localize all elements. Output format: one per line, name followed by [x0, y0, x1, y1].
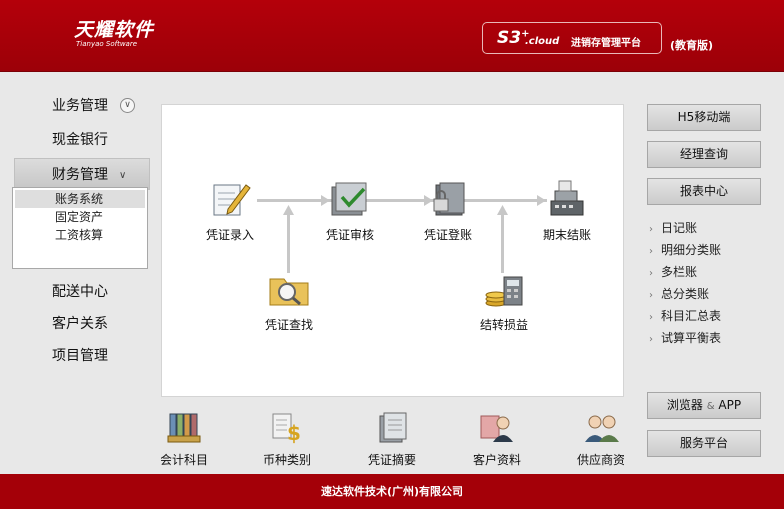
top-header: 天耀软件 Tianyao Software S3+ .cloud 进销存管理平台…: [0, 0, 784, 72]
voucher-audit-icon: [331, 182, 367, 216]
service-platform-button[interactable]: 服务平台: [647, 430, 761, 457]
node-voucher-audit[interactable]: 凭证审核: [310, 179, 390, 243]
report-general-ledger[interactable]: › 总分类账: [649, 283, 721, 305]
report-account-summary[interactable]: › 科目汇总表: [649, 305, 721, 327]
node-voucher-entry[interactable]: 凭证录入: [190, 179, 270, 243]
finance-submenu: 账务系统 固定资产 工资核算: [12, 187, 148, 269]
shortcut-suppliers[interactable]: 供应商资: [566, 410, 624, 466]
nav-crm[interactable]: 客户关系: [14, 308, 150, 340]
node-voucher-post-label: 凭证登账: [423, 228, 472, 242]
shortcut-voucher-summary-label: 凭证摘要: [367, 453, 416, 466]
report-list: › 日记账 › 明细分类账 › 多栏账 › 总分类账 › 科目汇总表 › 试算平衡表: [649, 217, 721, 349]
shortcut-strip: 会计科目 $ 币种类别 凭证摘要 客户资料 供应商资: [161, 406, 624, 466]
shortcut-currency[interactable]: $ 币种类别: [252, 410, 322, 466]
report-multi-column[interactable]: › 多栏账: [649, 261, 721, 283]
shortcut-accounts-label: 会计科目: [161, 453, 208, 466]
chevron-right-icon: ›: [649, 334, 653, 345]
workflow-panel: 凭证录入 凭证审核 凭证登账 期末结账 凭证查找 结转损益: [161, 104, 624, 397]
supplier-icon: [585, 415, 619, 442]
submenu-payroll[interactable]: 工资核算: [13, 226, 147, 244]
shortcut-customers-label: 客户资料: [472, 453, 521, 466]
flow-arrows: [283, 195, 546, 215]
chevron-right-icon: ›: [649, 290, 653, 301]
node-period-close-label: 期末结账: [542, 228, 591, 242]
node-period-close[interactable]: 期末结账: [527, 179, 607, 243]
report-trial-balance[interactable]: › 试算平衡表: [649, 327, 721, 349]
shortcut-voucher-summary[interactable]: 凭证摘要: [357, 410, 427, 466]
nav-business[interactable]: 业务管理 ∨: [14, 90, 150, 122]
node-voucher-audit-label: 凭证审核: [325, 228, 374, 242]
shortcut-currency-label: 币种类别: [262, 453, 311, 466]
report-detail-ledger[interactable]: › 明细分类账: [649, 239, 721, 261]
report-general-ledger-label: 总分类账: [661, 287, 710, 301]
ampersand: &: [706, 401, 715, 412]
nav-cash-bank[interactable]: 现金银行: [14, 124, 150, 156]
app-label: APP: [718, 398, 742, 412]
shortcut-accounts[interactable]: 会计科目: [161, 410, 219, 466]
report-trial-balance-label: 试算平衡表: [661, 331, 722, 345]
node-voucher-entry-label: 凭证录入: [205, 228, 254, 242]
node-transfer-pl[interactable]: 结转损益: [464, 269, 544, 333]
submenu-accounting[interactable]: 账务系统: [15, 190, 145, 208]
node-voucher-post[interactable]: 凭证登账: [408, 179, 488, 243]
nav-business-label: 业务管理: [52, 98, 108, 114]
chevron-right-icon: ›: [649, 224, 653, 235]
dollar-doc-icon: $: [272, 413, 301, 445]
sidebar-nav: 业务管理 ∨ 现金银行 财务管理 ∨: [14, 90, 150, 190]
nav-cash-bank-label: 现金银行: [52, 132, 108, 148]
nav-finance-label: 财务管理: [52, 167, 108, 183]
node-voucher-search-label: 凭证查找: [264, 318, 313, 332]
product-cloud: .cloud: [525, 36, 560, 47]
shortcut-customers[interactable]: 客户资料: [462, 410, 532, 466]
product-name: 进销存管理平台: [571, 38, 641, 49]
report-account-summary-label: 科目汇总表: [661, 309, 722, 323]
footer: 速达软件技术(广州)有限公司: [0, 474, 784, 509]
chevron-right-icon: ›: [649, 312, 653, 323]
lock-book-icon: [433, 182, 465, 216]
nav-project[interactable]: 项目管理: [14, 340, 150, 372]
chevron-down-icon[interactable]: ∨: [120, 98, 135, 113]
shortcut-suppliers-label: 供应商资: [576, 453, 624, 466]
chevron-right-icon: ›: [649, 246, 653, 257]
brand-name-cn: 天耀软件: [74, 19, 155, 41]
submenu-fixed-assets[interactable]: 固定资产: [13, 208, 147, 226]
node-voucher-search[interactable]: 凭证查找: [249, 269, 329, 333]
node-transfer-pl-label: 结转损益: [479, 318, 528, 332]
edition-label: (教育版): [670, 39, 714, 52]
voucher-entry-icon: [213, 184, 251, 216]
document-stack-icon: [379, 412, 407, 443]
brand-logo: 天耀软件 Tianyao Software: [74, 20, 154, 48]
binders-icon: [167, 413, 201, 443]
folder-search-icon: [269, 278, 309, 306]
report-journal-label: 日记账: [661, 221, 698, 235]
manager-query-button[interactable]: 经理查询: [647, 141, 761, 168]
customer-icon: [480, 415, 513, 442]
cash-register-icon: [550, 180, 584, 216]
nav-finance[interactable]: 财务管理 ∨: [14, 158, 150, 190]
report-multi-column-label: 多栏账: [661, 265, 698, 279]
chevron-right-icon: ›: [649, 268, 653, 279]
company-name: 速达软件技术(广州)有限公司: [320, 485, 464, 498]
report-detail-ledger-label: 明细分类账: [661, 243, 722, 257]
brand-name-en: Tianyao Software: [76, 40, 138, 48]
sidebar-nav-lower: 配送中心 客户关系 项目管理: [14, 276, 150, 372]
coins-calculator-icon: [485, 276, 523, 307]
nav-distribution[interactable]: 配送中心: [14, 276, 150, 308]
svg-text:$: $: [287, 421, 301, 444]
report-center-button[interactable]: 报表中心: [647, 178, 761, 205]
report-journal[interactable]: › 日记账: [649, 217, 721, 239]
product-badge: S3+ .cloud 进销存管理平台: [482, 22, 662, 54]
h5-mobile-button[interactable]: H5移动端: [647, 104, 761, 131]
browser-app-button[interactable]: 浏览器 & APP: [647, 392, 761, 419]
browser-label: 浏览器: [666, 398, 703, 412]
